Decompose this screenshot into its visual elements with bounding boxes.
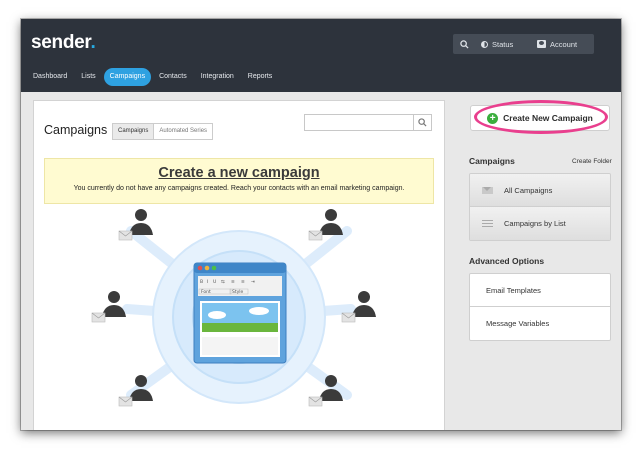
advanced-options-heading: Advanced Options (469, 256, 545, 266)
create-new-campaign-label: Create New Campaign (503, 113, 593, 123)
status-button[interactable]: Status (475, 34, 527, 54)
svg-text:U: U (213, 279, 216, 285)
sidebar-item-message-variables[interactable]: Message Variables (470, 307, 610, 340)
email-editor-graphic: BIU ⇆ ≡ ≡ ⇥ Font Style (193, 262, 287, 364)
campaigns-heading: Campaigns (469, 156, 515, 166)
sender-logo[interactable]: sender. (31, 32, 96, 54)
header-search-button[interactable] (453, 34, 475, 54)
contact-person-icon (91, 291, 126, 323)
top-actions: Status Account (453, 34, 594, 54)
maximize-dot-icon (211, 265, 217, 271)
plus-icon: + (487, 112, 499, 124)
sidebar-item-all-campaigns[interactable]: All Campaigns (470, 174, 610, 207)
tab-automated-series[interactable]: Automated Series (154, 123, 214, 140)
search-input[interactable] (305, 119, 421, 134)
minimize-dot-icon (204, 265, 210, 271)
app-window: sender. Status Account Dashboard Lists C… (21, 19, 621, 430)
grass-image (202, 323, 278, 332)
campaign-illustration: BIU ⇆ ≡ ≡ ⇥ Font Style (91, 209, 376, 407)
sidebar-item-label: All Campaigns (504, 185, 553, 195)
svg-text:≡: ≡ (241, 280, 245, 285)
campaigns-list: All Campaigns Campaigns by List (469, 173, 611, 241)
create-folder-link[interactable]: Create Folder (572, 158, 612, 165)
nav-integration[interactable]: Integration (195, 68, 240, 86)
sidebar-item-email-templates[interactable]: Email Templates (470, 274, 610, 307)
campaign-tabs: Campaigns Automated Series (112, 123, 214, 140)
tab-campaigns[interactable]: Campaigns (112, 123, 155, 140)
svg-text:I: I (207, 279, 208, 285)
create-campaign-link[interactable]: Create a new campaign (45, 165, 433, 181)
account-button[interactable]: Account (527, 34, 577, 54)
search-button[interactable] (413, 115, 431, 130)
account-icon (537, 40, 546, 48)
svg-text:B: B (200, 279, 203, 285)
nav-contacts[interactable]: Contacts (153, 68, 193, 86)
nav-lists[interactable]: Lists (75, 68, 101, 86)
account-label: Account (550, 39, 578, 49)
sidebar-item-campaigns-by-list[interactable]: Campaigns by List (470, 207, 610, 240)
envelope-icon (481, 186, 493, 194)
create-new-campaign-button[interactable]: + Create New Campaign (470, 105, 610, 131)
advanced-options-list: Email Templates Message Variables (469, 273, 611, 341)
campaign-search (304, 114, 432, 134)
svg-text:⇆: ⇆ (221, 279, 225, 285)
status-label: Status (492, 39, 514, 49)
page-title: Campaigns (44, 123, 108, 137)
sidebar-item-label: Campaigns by List (504, 219, 566, 228)
main-nav: Dashboard Lists Campaigns Contacts Integ… (27, 68, 280, 86)
create-campaign-banner: Create a new campaign You currently do n… (44, 158, 434, 204)
nav-campaigns[interactable]: Campaigns (103, 68, 152, 86)
list-icon (481, 220, 493, 227)
top-bar: sender. Status Account Dashboard Lists C… (21, 19, 621, 92)
nav-reports[interactable]: Reports (242, 68, 279, 86)
search-icon (459, 39, 469, 49)
svg-text:⇥: ⇥ (251, 280, 255, 285)
search-icon (418, 118, 427, 127)
close-dot-icon (197, 265, 203, 271)
banner-message: You currently do not have any campaigns … (73, 185, 405, 192)
svg-text:≡: ≡ (231, 280, 235, 285)
main-panel: Campaigns Campaigns Automated Series Cre… (33, 100, 445, 430)
status-icon (481, 40, 488, 48)
nav-dashboard[interactable]: Dashboard (27, 68, 73, 86)
